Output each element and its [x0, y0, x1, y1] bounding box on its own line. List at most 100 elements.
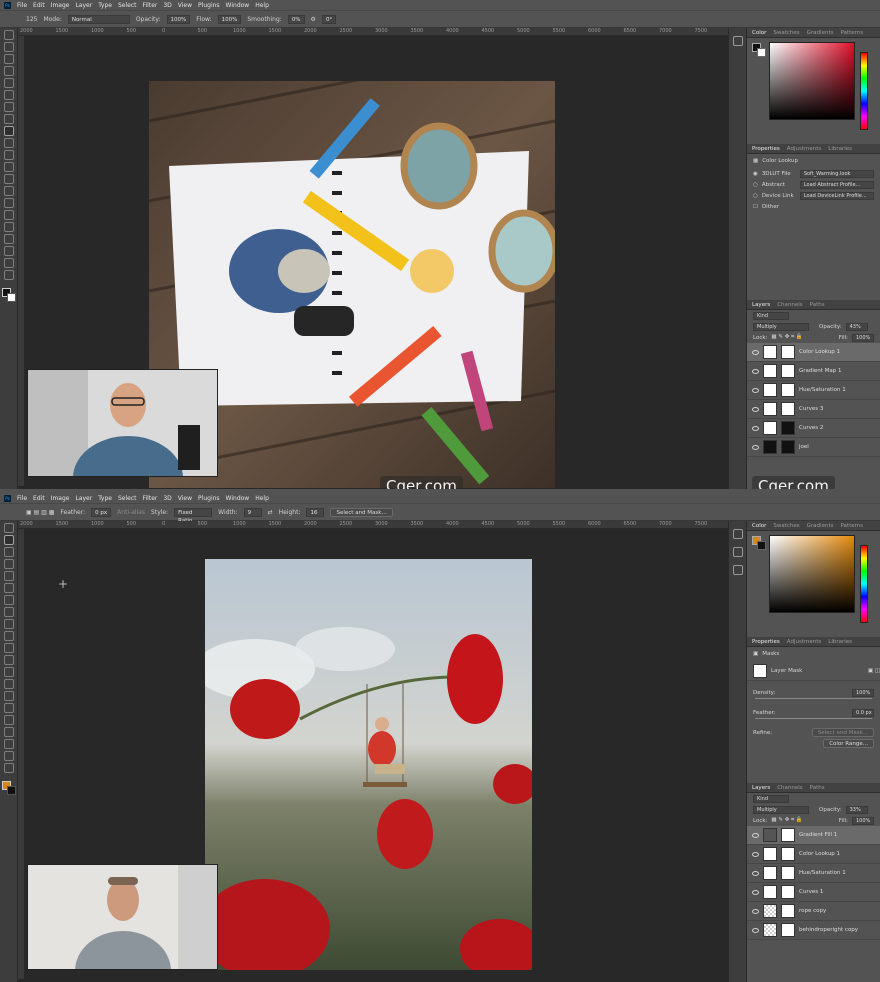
tab-patterns[interactable]: Patterns	[840, 30, 863, 36]
tab-layers[interactable]: Layers	[752, 785, 770, 791]
layer-row[interactable]: Gradient Map 1	[747, 362, 880, 381]
menu-window[interactable]: Window	[226, 495, 250, 502]
type-tool-icon[interactable]	[3, 715, 14, 725]
lasso-tool-icon[interactable]	[3, 547, 14, 557]
marquee-tool-icon[interactable]	[3, 42, 14, 52]
layer-row[interactable]: behindroperight copy	[747, 921, 880, 940]
history-icon[interactable]	[732, 36, 743, 46]
tab-properties[interactable]: Properties	[752, 146, 780, 152]
dodge-tool-icon[interactable]	[3, 198, 14, 208]
tab-paths[interactable]: Paths	[810, 302, 825, 308]
layer-opacity-field[interactable]: 33%	[845, 805, 868, 814]
hue-slider[interactable]	[860, 545, 868, 623]
frame-tool-icon[interactable]	[3, 583, 14, 593]
blend-mode-dropdown[interactable]: Multiply	[753, 805, 809, 814]
mode-dropdown[interactable]: Normal	[67, 14, 130, 24]
menu-plugins[interactable]: Plugins	[198, 495, 220, 502]
crop-tool-icon[interactable]	[3, 571, 14, 581]
zoom-tool-icon[interactable]	[3, 763, 14, 773]
selection-mode-icons[interactable]: ▣ ▤ ▥ ▦	[26, 509, 54, 516]
tab-libraries[interactable]: Libraries	[828, 146, 852, 152]
background-chip[interactable]	[757, 48, 766, 57]
menu-3d[interactable]: 3D	[163, 495, 171, 502]
gradient-tool-icon[interactable]	[3, 174, 14, 184]
tab-libraries[interactable]: Libraries	[828, 639, 852, 645]
density-slider[interactable]	[755, 698, 872, 699]
menu-plugins[interactable]: Plugins	[198, 2, 220, 9]
menu-image[interactable]: Image	[51, 2, 70, 9]
add-mask-icon[interactable]: ▣ ◫	[868, 668, 880, 674]
layer-row[interactable]: Curves 2	[747, 419, 880, 438]
shape-tool-icon[interactable]	[3, 246, 14, 256]
eye-icon[interactable]	[752, 927, 759, 933]
eraser-tool-icon[interactable]	[3, 655, 14, 665]
menu-file[interactable]: File	[17, 2, 27, 9]
tab-channels[interactable]: Channels	[777, 302, 802, 308]
shape-tool-icon[interactable]	[3, 739, 14, 749]
menu-layer[interactable]: Layer	[75, 2, 92, 9]
layer-row[interactable]: joel	[747, 438, 880, 457]
eye-icon[interactable]	[752, 908, 759, 914]
tab-adjustments[interactable]: Adjustments	[787, 639, 821, 645]
history-brush-tool-icon[interactable]	[3, 643, 14, 653]
anti-alias-checkbox[interactable]: Anti-alias	[117, 509, 145, 516]
lock-icons[interactable]: ▦ ✎ ✥ ⌗ 🔒	[771, 817, 834, 824]
menu-select[interactable]: Select	[118, 495, 137, 502]
color-chips[interactable]	[752, 536, 766, 550]
magic-wand-tool-icon[interactable]	[3, 559, 14, 569]
layer-row[interactable]: Curves 1	[747, 883, 880, 902]
opacity-field[interactable]: 100%	[166, 14, 191, 24]
menu-file[interactable]: File	[17, 495, 27, 502]
layer-row[interactable]: Color Lookup 1	[747, 845, 880, 864]
move-tool-icon[interactable]	[3, 30, 14, 40]
swap-icon[interactable]: ⇄	[268, 509, 273, 516]
dodge-tool-icon[interactable]	[3, 691, 14, 701]
type-tool-icon[interactable]	[3, 222, 14, 232]
healing-tool-icon[interactable]	[3, 607, 14, 617]
eye-icon[interactable]	[752, 349, 759, 355]
menu-type[interactable]: Type	[98, 495, 112, 502]
select-and-mask-button[interactable]: Select and Mask...	[811, 728, 874, 737]
brush-tool-icon[interactable]	[3, 619, 14, 629]
tab-gradients[interactable]: Gradients	[807, 523, 834, 529]
fill-field[interactable]: 100%	[852, 816, 874, 825]
menu-view[interactable]: View	[178, 495, 192, 502]
layer-row[interactable]: Hue/Saturation 1	[747, 381, 880, 400]
blur-tool-icon[interactable]	[3, 186, 14, 196]
magic-wand-tool-icon[interactable]	[3, 66, 14, 76]
blur-tool-icon[interactable]	[3, 679, 14, 689]
pen-tool-icon[interactable]	[3, 210, 14, 220]
menu-help[interactable]: Help	[255, 2, 269, 9]
radio-icon[interactable]: ○	[753, 193, 758, 199]
tab-layers[interactable]: Layers	[752, 302, 770, 308]
background-color-swatch[interactable]	[6, 293, 16, 302]
stamp-tool-icon[interactable]	[3, 631, 14, 641]
pen-tool-icon[interactable]	[3, 703, 14, 713]
menu-type[interactable]: Type	[98, 2, 112, 9]
color-picker-field[interactable]	[769, 535, 855, 613]
crop-tool-icon[interactable]	[3, 78, 14, 88]
density-field[interactable]: 100%	[852, 688, 874, 697]
eye-icon[interactable]	[752, 870, 759, 876]
menu-filter[interactable]: Filter	[143, 2, 158, 9]
tab-color[interactable]: Color	[752, 30, 766, 36]
flow-field[interactable]: 100%	[217, 14, 242, 24]
smoothing-field[interactable]: 0%	[287, 14, 305, 24]
color-picker-field[interactable]	[769, 42, 855, 120]
tab-swatches[interactable]: Swatches	[773, 523, 799, 529]
lasso-tool-icon[interactable]	[3, 54, 14, 64]
eye-icon[interactable]	[752, 406, 759, 412]
eye-icon[interactable]	[752, 387, 759, 393]
color-swatches[interactable]	[1, 288, 16, 302]
brush-settings-icon[interactable]	[732, 565, 743, 575]
eraser-tool-icon[interactable]	[3, 162, 14, 172]
zoom-tool-icon[interactable]	[3, 270, 14, 280]
eye-icon[interactable]	[752, 368, 759, 374]
color-range-button[interactable]: Color Range...	[823, 739, 874, 748]
menu-3d[interactable]: 3D	[163, 2, 171, 9]
brush-tool-icon[interactable]	[3, 126, 14, 136]
style-dropdown[interactable]: Fixed Ratio	[174, 507, 213, 524]
menu-window[interactable]: Window	[226, 2, 250, 9]
lock-icons[interactable]: ▦ ✎ ✥ ⌗ 🔒	[771, 334, 834, 341]
radio-selected-icon[interactable]: ◉	[753, 171, 758, 177]
